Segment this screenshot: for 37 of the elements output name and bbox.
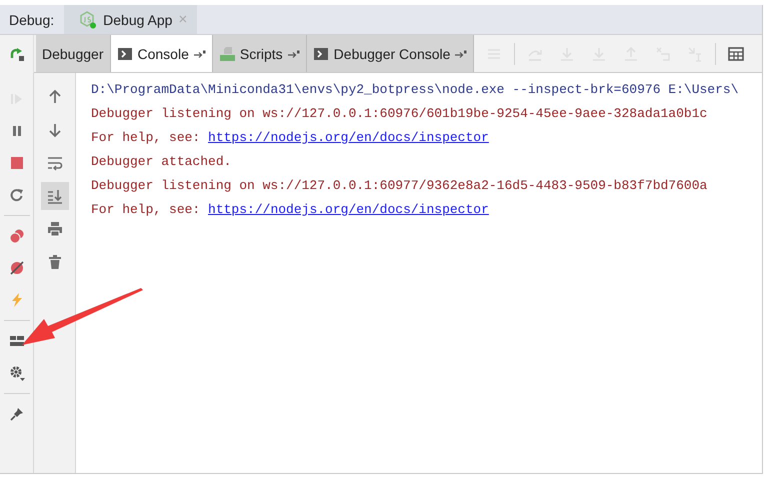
soft-wrap-icon [46,155,62,171]
settings-icon [8,365,24,381]
panel-tab[interactable]: Debugger [36,35,110,72]
stop-icon [8,155,24,171]
script-file-icon [218,46,235,62]
console-tool-button[interactable] [40,182,68,210]
run-tab[interactable]: Debug App × [64,5,198,34]
console-line: Debugger listening on ws://127.0.0.1:60976/601b19be-9254-45ee-9aee-328ada1a0b1c [91,105,708,123]
trash-icon [46,254,62,270]
table-icon [728,46,744,62]
muted-breakpoints-icon [8,260,24,276]
panel-tab[interactable]: Debugger Console [306,35,474,72]
pin-tab-icon[interactable] [288,48,300,58]
console-line: Debugger listening on ws://127.0.0.1:60977/9362e8a2-16d5-4483-9509-b83f7bd7600a [91,177,708,195]
panel-tab[interactable]: Console [110,35,213,72]
pin-tab-icon[interactable] [194,48,206,58]
up-arrow-icon [46,89,62,105]
printer-icon [46,221,62,237]
pin-tab-icon[interactable] [455,48,468,58]
console-line: Debugger attached. [91,153,232,171]
down-arrow-icon [46,122,62,138]
nodejs-icon [79,10,98,28]
docs-link[interactable]: https://nodejs.org/en/docs/inspector [208,130,489,145]
console-line: D:\ProgramData\Miniconda31\envs\py2_botpress\node.exe --inspect-brk=60976 E:\Users\ [91,81,740,99]
console-line: For help, see: https://nodejs.org/en/docs/inspector [91,129,490,147]
debug-label: Debug: [8,12,56,28]
layout-icon [8,333,24,349]
rerun-icon [8,46,24,62]
console-icon [312,46,329,62]
panel-tab[interactable]: Scripts [212,35,307,72]
scroll-to-end-icon [46,188,62,204]
restart-icon [8,187,24,203]
console-line: For help, see: https://nodejs.org/en/docs/inspector [91,201,490,219]
docs-link[interactable]: https://nodejs.org/en/docs/inspector [208,202,489,217]
console-icon [116,46,132,62]
breakpoints-icon [8,228,24,244]
pin-icon [8,406,24,422]
